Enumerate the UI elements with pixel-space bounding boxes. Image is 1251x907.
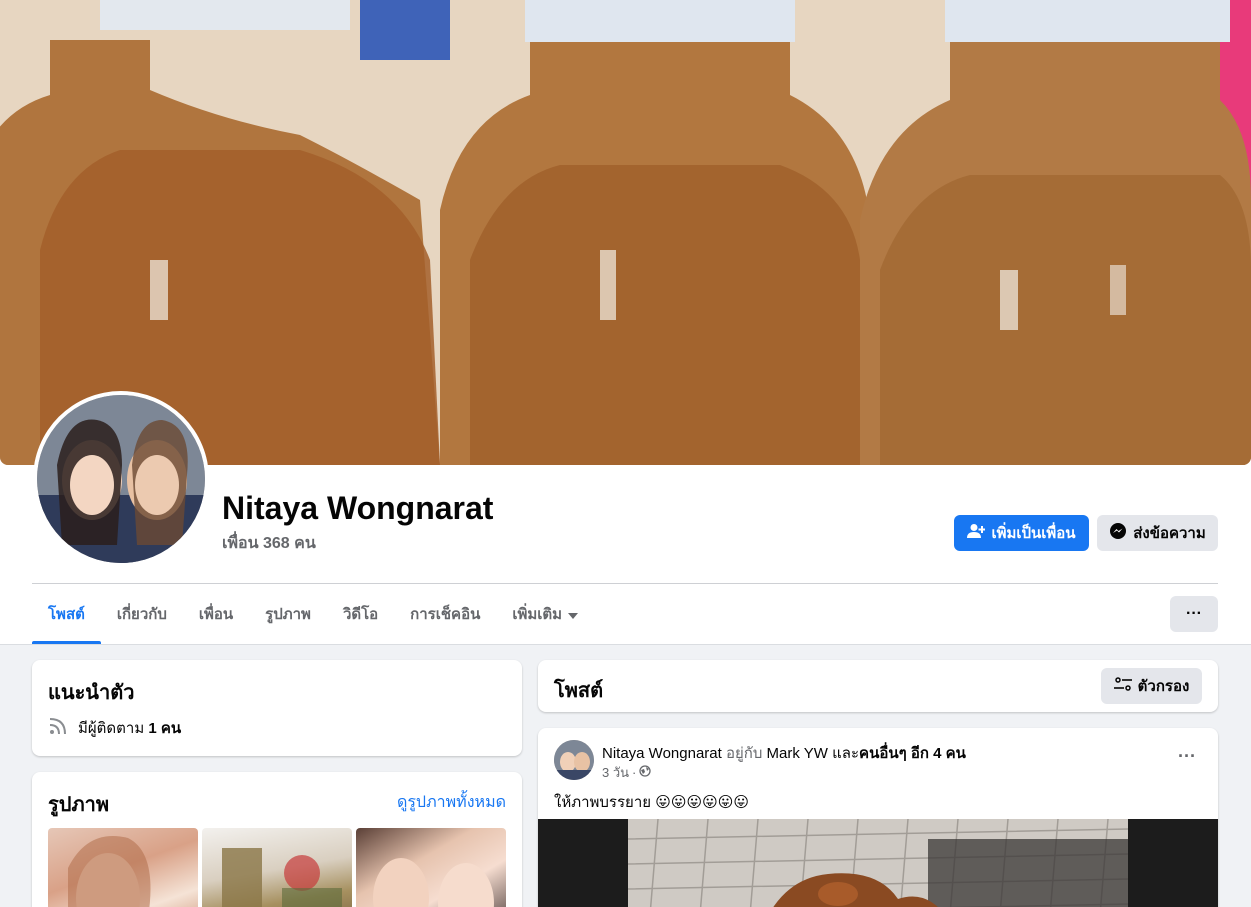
post-author-avatar[interactable] [554, 740, 594, 780]
caret-down-icon [568, 606, 579, 623]
filter-icon [1113, 676, 1132, 696]
tab-more-label: เพิ่มเติม [512, 606, 563, 623]
profile-avatar[interactable] [33, 391, 209, 567]
tab-friends-label: เพื่อน [198, 606, 234, 623]
photo-thumbnail[interactable] [356, 828, 506, 907]
header-bottom-border [0, 644, 1251, 645]
photos-title[interactable]: รูปภาพ [48, 788, 109, 820]
photo-thumbnail[interactable] [48, 828, 198, 907]
tab-photos[interactable]: รูปภาพ [249, 584, 327, 644]
photo-thumbnail[interactable] [202, 828, 352, 907]
friends-count[interactable]: เพื่อน 368 คน [222, 531, 316, 556]
post-with-text: อยู่กับ [725, 745, 763, 762]
add-friend-button[interactable]: เพิ่มเป็นเพื่อน [954, 515, 1089, 551]
tab-friends[interactable]: เพื่อน [183, 584, 249, 644]
photo-grid [48, 828, 506, 907]
post-media[interactable] [538, 819, 1218, 907]
tab-more[interactable]: เพิ่มเติม [496, 584, 594, 644]
profile-name: Nitaya Wongnarat [222, 490, 494, 526]
see-all-photos-link[interactable]: ดูรูปภาพทั้งหมด [397, 790, 506, 815]
post-body: ให้ภาพบรรยาย 😛😛😛😛😛😛 [554, 794, 750, 811]
post-header-text: Nitaya Wongnarat อยู่กับ Mark YW และคนอื… [602, 741, 966, 765]
followers-row: มีผู้ติดตาม 1 คน [48, 716, 181, 740]
add-friend-icon [967, 523, 986, 543]
post-meta-separator: · [632, 765, 637, 780]
post-tagged-user[interactable]: Mark YW [767, 745, 828, 762]
intro-card: แนะนำตัว มีผู้ติดตาม 1 คน [32, 660, 522, 756]
tab-photos-label: รูปภาพ [265, 606, 311, 623]
cover-photo-image [0, 0, 1251, 465]
post-time[interactable]: 3 วัน [602, 762, 629, 783]
tab-posts-label: โพสต์ [48, 606, 85, 623]
rss-icon [48, 716, 68, 740]
posts-header-card: โพสต์ ตัวกรอง [538, 660, 1218, 712]
post-author-name[interactable]: Nitaya Wongnarat [602, 745, 722, 762]
post-photo [628, 819, 1128, 907]
globe-icon [639, 765, 652, 780]
post-options-button[interactable]: ··· [1178, 746, 1196, 767]
tab-about[interactable]: เกี่ยวกับ [101, 584, 183, 644]
post-meta: 3 วัน · [602, 762, 652, 783]
post-and-text: และ [832, 745, 860, 762]
tab-checkins[interactable]: การเช็คอิน [394, 584, 496, 644]
message-button[interactable]: ส่งข้อความ [1097, 515, 1218, 551]
messenger-icon [1109, 522, 1127, 544]
tab-posts[interactable]: โพสต์ [32, 584, 101, 644]
add-friend-label: เพิ่มเป็นเพื่อน [991, 525, 1076, 542]
post-card: Nitaya Wongnarat อยู่กับ Mark YW และคนอื… [538, 728, 1218, 907]
tab-videos-label: วิดีโอ [342, 606, 379, 623]
profile-avatar-image [37, 395, 205, 563]
intro-title: แนะนำตัว [48, 682, 135, 704]
profile-header: Nitaya Wongnarat เพื่อน 368 คน เพิ่มเป็น… [0, 0, 1251, 645]
filter-button[interactable]: ตัวกรอง [1101, 668, 1202, 704]
more-icon: ··· [1178, 746, 1196, 766]
more-icon: ··· [1186, 605, 1202, 622]
tab-videos[interactable]: วิดีโอ [327, 584, 394, 644]
cover-photo[interactable] [0, 0, 1251, 465]
profile-tabs: โพสต์ เกี่ยวกับ เพื่อน รูปภาพ วิดีโอ การ… [32, 584, 594, 644]
photos-card: รูปภาพ ดูรูปภาพทั้งหมด [32, 772, 522, 907]
followers-count[interactable]: 1 คน [148, 720, 181, 737]
tab-checkins-label: การเช็คอิน [410, 606, 481, 623]
tab-about-label: เกี่ยวกับ [116, 606, 167, 623]
posts-title: โพสต์ [554, 680, 604, 702]
filter-label: ตัวกรอง [1137, 678, 1190, 695]
message-label: ส่งข้อความ [1133, 525, 1206, 542]
followers-prefix: มีผู้ติดตาม [78, 720, 145, 737]
profile-more-button[interactable]: ··· [1170, 596, 1218, 632]
post-others-link[interactable]: คนอื่นๆ อีก 4 คน [859, 745, 966, 762]
